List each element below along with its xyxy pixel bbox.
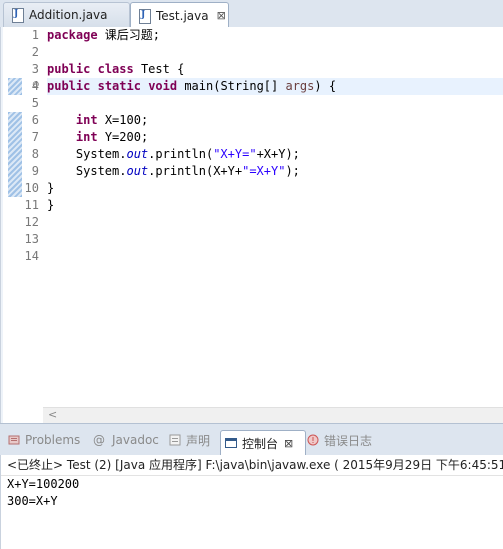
horizontal-scrollbar[interactable]: < [43,407,503,423]
code-area[interactable]: package 课后习题; public class Test {public … [47,27,503,265]
error-log-icon [307,434,319,446]
java-file-icon: J [138,8,151,24]
code-token: "X+Y=" [213,147,257,161]
change-marker [8,112,22,197]
close-icon[interactable]: ⊠ [284,437,293,450]
code-token: System. [47,147,127,161]
tab-error-log[interactable]: 错误日志 [307,429,372,451]
code-token: X=100; [97,113,149,127]
javadoc-icon: @ [93,433,105,447]
line-number: 10 [24,181,39,195]
scroll-left-arrow-icon[interactable]: < [48,408,57,421]
line-number: 12 [24,215,39,229]
code-line[interactable] [47,44,503,61]
tab-addition-java[interactable]: J Addition.java [3,2,130,27]
code-token: int [75,113,98,127]
code-token: ) { [314,79,337,93]
declaration-icon [169,434,181,446]
code-line[interactable] [47,214,503,231]
code-line[interactable]: public class Test { [47,61,503,78]
tab-label: Addition.java [29,8,108,22]
code-token: class [97,62,134,76]
line-number: 7 [31,130,39,144]
code-token: Test { [133,62,185,76]
code-token: "=X+Y" [242,164,286,178]
line-number: 14 [24,249,39,263]
close-icon[interactable]: ⊠ [217,9,226,22]
line-number: 6 [31,113,39,127]
code-token: out [126,164,149,178]
fold-collapse-icon[interactable]: ⊖ [32,80,40,90]
console-status: <已终止> Test (2) [Java 应用程序] F:\java\bin\j… [1,455,503,476]
tab-declaration[interactable]: 声明 [169,429,210,451]
tab-test-java[interactable]: J Test.java ⊠ [130,2,229,29]
code-token: void [148,79,178,93]
java-file-icon: J [11,8,24,23]
line-number: 13 [24,232,39,246]
line-number: 9 [31,164,39,178]
code-token: +X+Y); [256,147,300,161]
tab-problems[interactable]: Problems [8,429,80,451]
code-token: } [47,181,55,195]
code-token: public [47,79,91,93]
code-token: package [47,28,98,42]
tab-javadoc[interactable]: @ Javadoc [93,429,159,451]
editor-tab-bar: J Addition.java J Test.java ⊠ [0,0,503,29]
code-token: public [47,62,91,76]
console-icon [225,437,237,449]
code-token: } [47,198,55,212]
code-line[interactable]: int Y=200; [47,129,503,146]
code-editor[interactable]: 1 2 3 4 5 6 7 8 9 10 11 12 13 14 ⊖ package 课后习题; publ… [0,27,503,423]
code-token: .println( [148,147,214,161]
line-number: 3 [31,62,39,76]
tab-label: Test.java [156,8,209,23]
overview-ruler [3,27,22,423]
code-line[interactable]: System.out.println("X+Y="+X+Y); [47,146,503,163]
code-line[interactable] [47,248,503,265]
code-token: .println(X+Y+ [148,164,243,178]
code-line[interactable]: System.out.println(X+Y+"=X+Y"); [47,163,503,180]
code-token: ); [285,164,300,178]
code-line[interactable]: public static void main(String[] args) { [47,78,503,95]
code-token: int [75,130,98,144]
change-marker [8,78,22,95]
code-token: 课后习题; [97,28,161,42]
code-line[interactable] [47,95,503,112]
line-number: 1 [31,28,39,42]
code-line[interactable]: } [47,180,503,197]
code-token: Y=200; [97,130,149,144]
line-number-gutter: 1 2 3 4 5 6 7 8 9 10 11 12 13 14 [21,27,43,265]
code-token: System. [47,164,127,178]
code-line[interactable]: int X=100; [47,112,503,129]
problems-icon [8,434,20,446]
console-output-line: X+Y=100200 [7,477,80,491]
code-token: args [285,79,315,93]
console-output-line: 300=X+Y [7,494,58,508]
panel-tab-bar: Problems @ Javadoc 声明 控制台 ⊠ 错误日志 [0,423,503,456]
line-number: 11 [24,198,39,212]
line-number: 2 [31,45,39,59]
tab-console[interactable]: 控制台 ⊠ [220,430,306,455]
code-line[interactable]: package 课后习题; [47,27,503,44]
line-number: 8 [31,147,39,161]
code-token: main(String[] [177,79,286,93]
code-token: static [97,79,141,93]
code-line[interactable]: } [47,197,503,214]
code-token: out [126,147,149,161]
code-line[interactable] [47,231,503,248]
console-view[interactable]: <已终止> Test (2) [Java 应用程序] F:\java\bin\j… [0,455,503,549]
line-number: 5 [31,96,39,110]
